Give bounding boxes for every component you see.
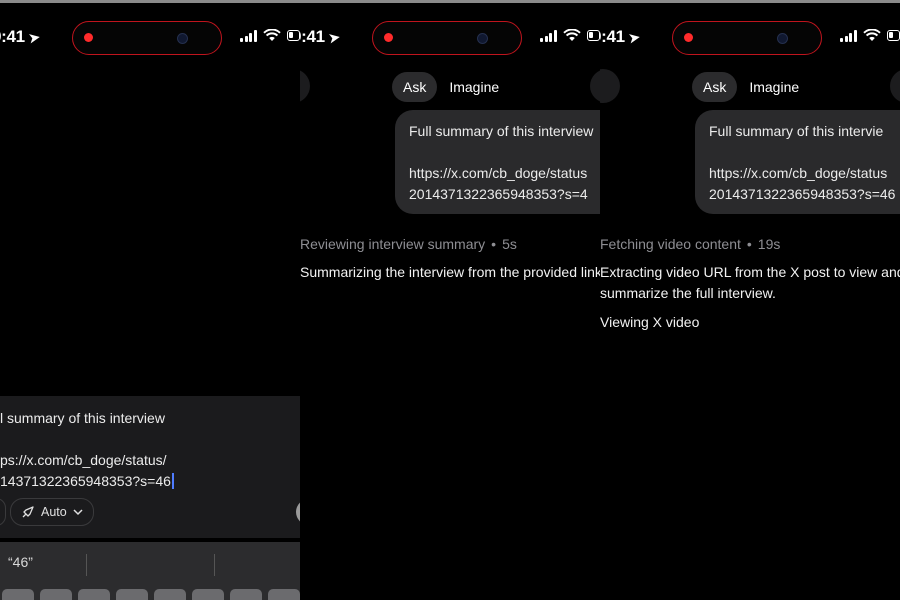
key[interactable] <box>230 589 262 600</box>
wifi-icon <box>862 29 881 41</box>
user-message-bubble: Full summary of this interview https://x… <box>395 110 600 214</box>
tab-ask[interactable]: Ask <box>392 72 438 102</box>
cellular-signal-icon <box>540 29 557 42</box>
camera-icon <box>177 33 188 44</box>
step-header[interactable]: Reviewing interview summary • 5s <box>300 236 517 252</box>
suggestion-divider <box>214 554 215 576</box>
screen-composer: 9:41➤ l summary of this interview ps://x… <box>0 0 300 600</box>
frame-edge <box>600 0 900 3</box>
status-time: 9:41➤ <box>0 27 41 46</box>
step-title: Reviewing interview summary <box>300 236 486 252</box>
rocket-icon <box>22 506 34 518</box>
text-caret <box>171 473 174 489</box>
mode-tabs: Ask Imagine <box>692 72 799 102</box>
recording-dot-icon <box>84 33 93 42</box>
battery-icon <box>886 30 900 41</box>
frame-edge <box>300 0 600 3</box>
cellular-signal-icon <box>840 29 857 42</box>
suggestion-divider <box>86 554 87 576</box>
screen-fetching: 9:41➤ Ask Imagine Full summary of this i… <box>600 0 900 600</box>
key[interactable] <box>2 589 34 600</box>
step-description: Extracting video URL from the X post to … <box>600 264 900 301</box>
dynamic-island <box>672 21 822 55</box>
key[interactable] <box>116 589 148 600</box>
new-chat-button[interactable] <box>890 69 900 103</box>
frame-edge <box>0 0 300 3</box>
location-arrow-icon: ➤ <box>27 29 41 46</box>
cellular-signal-icon <box>240 29 257 42</box>
menu-button[interactable] <box>300 69 310 103</box>
tab-imagine[interactable]: Imagine <box>449 79 499 95</box>
location-arrow-icon: ➤ <box>327 29 341 46</box>
camera-icon <box>777 33 788 44</box>
key[interactable] <box>40 589 72 600</box>
status-time: 9:41➤ <box>600 27 641 46</box>
key[interactable] <box>192 589 224 600</box>
step-time: 19s <box>757 236 781 252</box>
predictive-suggestion[interactable]: “46” <box>8 554 33 570</box>
battery-icon <box>286 30 300 41</box>
composer-input[interactable]: l summary of this interview ps://x.com/c… <box>0 408 174 492</box>
attach-button[interactable] <box>0 498 6 526</box>
step-header[interactable]: Fetching video content • 19s <box>600 236 780 252</box>
dynamic-island <box>372 21 522 55</box>
step-description: Summarizing the interview from the provi… <box>300 264 600 280</box>
new-chat-button[interactable] <box>590 69 600 103</box>
step-title: Fetching video content <box>600 236 741 252</box>
camera-icon <box>477 33 488 44</box>
menu-button[interactable] <box>600 69 620 103</box>
battery-icon <box>586 30 600 41</box>
mode-selector[interactable]: Auto <box>10 498 94 526</box>
step-activity: Viewing X video <box>600 314 700 330</box>
message-composer[interactable]: l summary of this interview ps://x.com/c… <box>0 396 300 538</box>
step-time: 5s <box>502 236 517 252</box>
recording-dot-icon <box>384 33 393 42</box>
key[interactable] <box>268 589 300 600</box>
status-icons <box>540 29 600 42</box>
chevron-down-icon <box>73 508 83 515</box>
location-arrow-icon: ➤ <box>627 29 641 46</box>
tab-ask[interactable]: Ask <box>692 72 738 102</box>
key[interactable] <box>154 589 186 600</box>
mode-tabs: Ask Imagine <box>392 72 499 102</box>
dynamic-island <box>72 21 222 55</box>
user-message-bubble: Full summary of this intervie https://x.… <box>695 110 900 214</box>
wifi-icon <box>562 29 581 41</box>
recording-dot-icon <box>684 33 693 42</box>
status-icons <box>840 29 900 42</box>
status-time: 9:41➤ <box>300 27 341 46</box>
mode-label: Auto <box>41 505 67 519</box>
tab-imagine[interactable]: Imagine <box>749 79 799 95</box>
key-row <box>0 589 300 600</box>
keyboard: “46” <box>0 542 300 600</box>
screen-reviewing: 9:41➤ Ask Imagine Full summary of this i… <box>300 0 600 600</box>
status-icons <box>240 29 300 42</box>
key[interactable] <box>78 589 110 600</box>
wifi-icon <box>262 29 281 41</box>
